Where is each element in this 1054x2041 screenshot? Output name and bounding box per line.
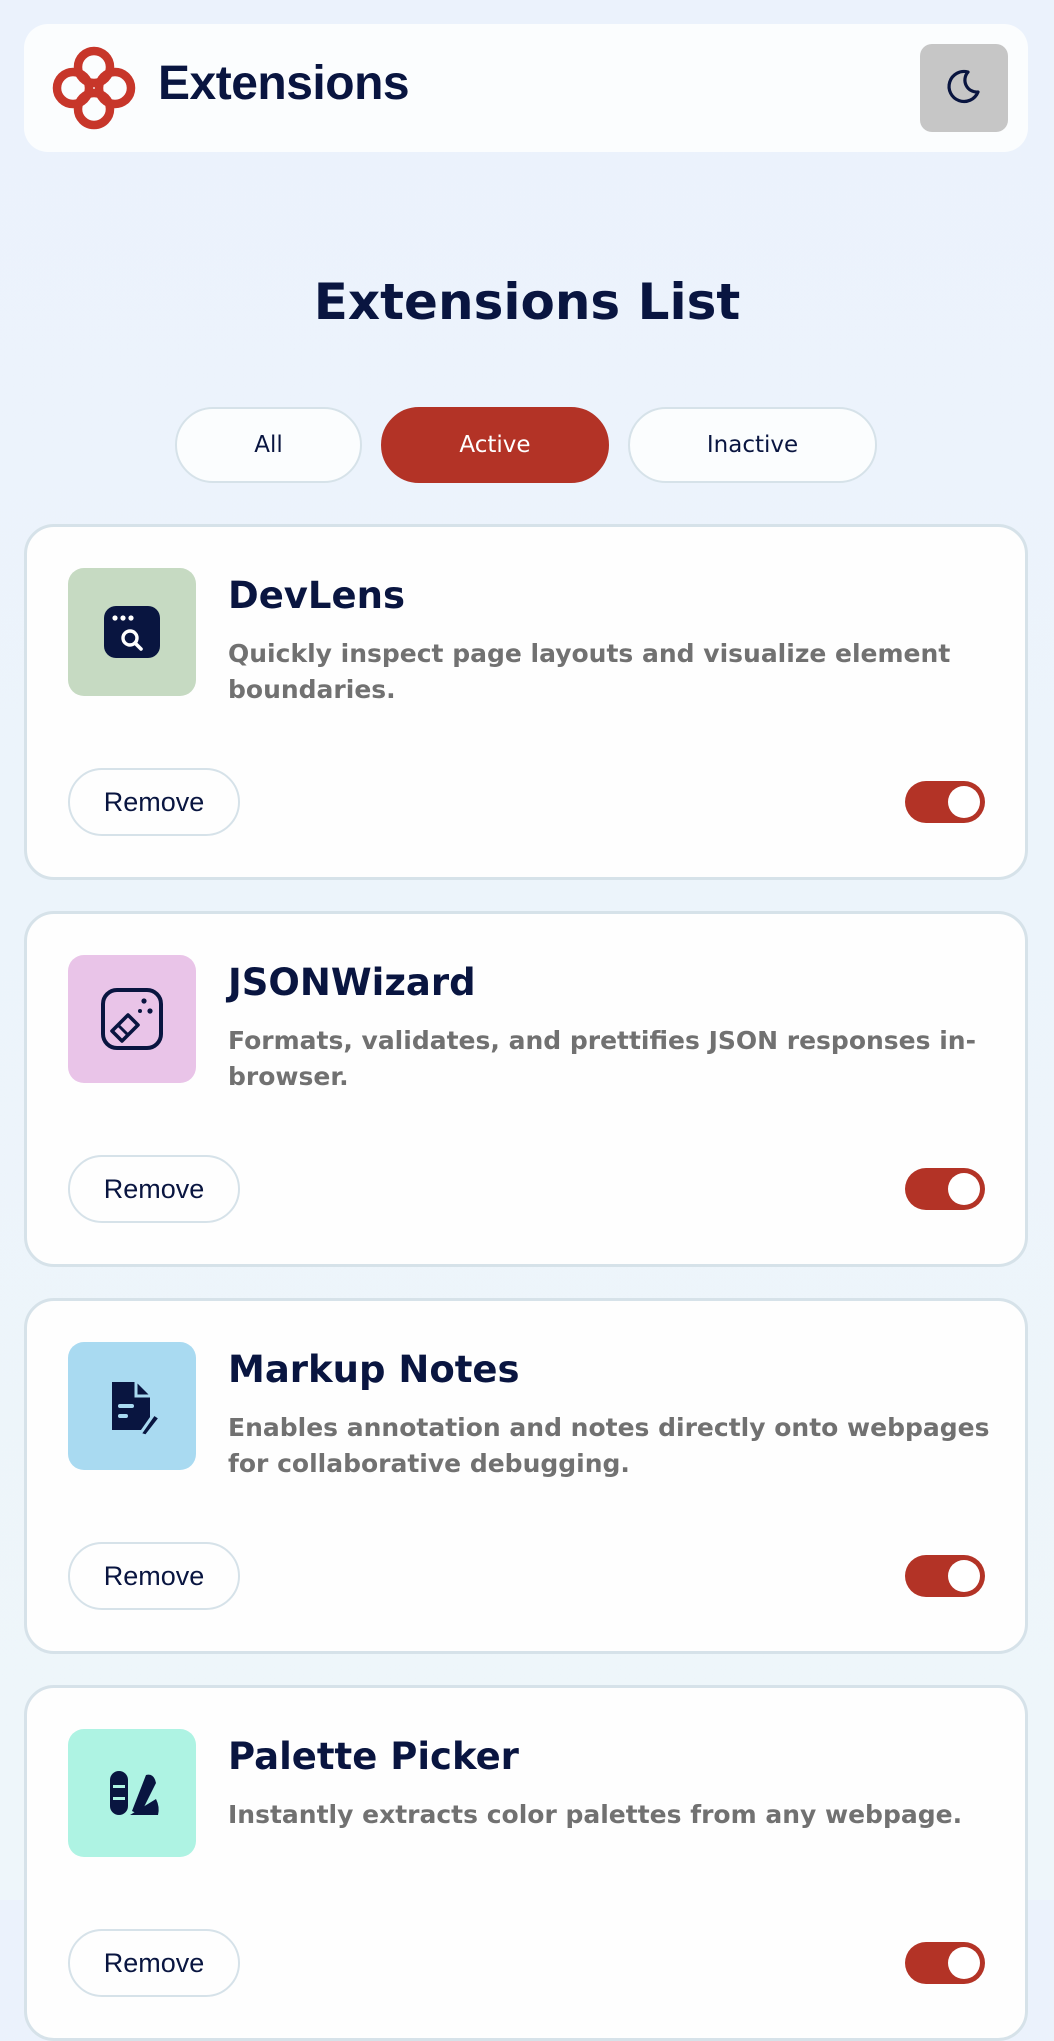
extension-name: Markup Notes <box>228 1348 520 1391</box>
jsonwizard-icon <box>68 955 196 1083</box>
active-toggle[interactable] <box>905 1168 985 1210</box>
active-toggle[interactable] <box>905 1942 985 1984</box>
extension-card-palette-picker: Palette Picker Instantly extracts color … <box>24 1685 1028 2041</box>
toggle-knob <box>948 1173 980 1205</box>
extension-description: Instantly extracts color palettes from a… <box>228 1800 963 1829</box>
remove-button[interactable]: Remove <box>68 1929 240 1997</box>
remove-button[interactable]: Remove <box>68 768 240 836</box>
markup-notes-icon <box>68 1342 196 1470</box>
extension-name: DevLens <box>228 574 405 617</box>
extension-description: Formats, validates, and prettifies JSON … <box>228 1026 976 1091</box>
theme-toggle-button[interactable] <box>920 44 1008 132</box>
toggle-knob <box>948 1560 980 1592</box>
palette-picker-icon <box>68 1729 196 1857</box>
extension-name: JSONWizard <box>228 961 476 1004</box>
remove-button[interactable]: Remove <box>68 1542 240 1610</box>
toggle-knob <box>948 1947 980 1979</box>
extension-description: Enables annotation and notes directly on… <box>228 1413 990 1478</box>
extension-card-markup-notes: Markup Notes Enables annotation and note… <box>24 1298 1028 1654</box>
moon-icon <box>944 66 984 110</box>
extensions-logo-icon <box>52 46 136 130</box>
devlens-icon <box>68 568 196 696</box>
active-toggle[interactable] <box>905 781 985 823</box>
remove-button[interactable]: Remove <box>68 1155 240 1223</box>
extension-name: Palette Picker <box>228 1735 519 1778</box>
filter-inactive-button[interactable]: Inactive <box>628 407 877 483</box>
page-title: Extensions List <box>313 273 741 331</box>
extension-card-devlens: DevLens Quickly inspect page layouts and… <box>24 524 1028 880</box>
filter-active-button[interactable]: Active <box>381 407 609 483</box>
brand-name: Extensions <box>158 57 410 110</box>
active-toggle[interactable] <box>905 1555 985 1597</box>
header-bar: Extensions <box>24 24 1028 152</box>
extension-card-jsonwizard: JSONWizard Formats, validates, and prett… <box>24 911 1028 1267</box>
extension-description: Quickly inspect page layouts and visuali… <box>228 639 951 704</box>
filter-all-button[interactable]: All <box>175 407 362 483</box>
toggle-knob <box>948 786 980 818</box>
